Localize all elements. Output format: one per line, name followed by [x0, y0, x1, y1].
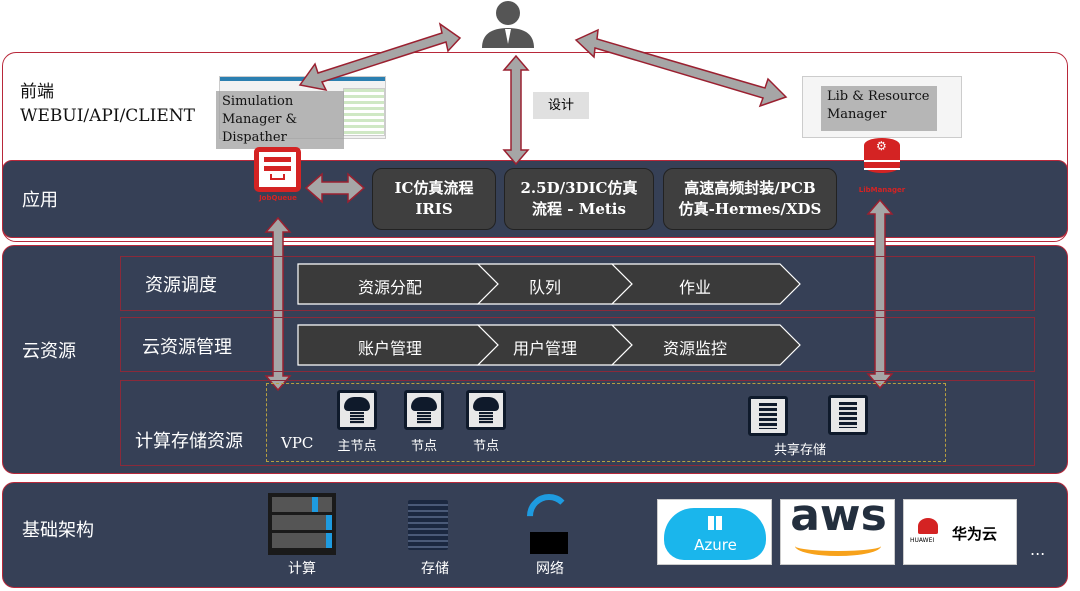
node-icon[interactable]: [404, 390, 444, 430]
master-node-label: 主节点: [337, 439, 377, 454]
shared-storage-label: 共享存储: [773, 443, 826, 458]
compute-server-icon: [268, 493, 336, 555]
step-allocation[interactable]: 资源分配: [330, 274, 450, 298]
more-providers: ...: [1030, 540, 1046, 559]
huawei-cloud-text: 华为云: [952, 525, 998, 543]
aws-text: aws: [790, 490, 887, 541]
aws-smile-icon: [795, 536, 881, 556]
node-icon[interactable]: [466, 390, 506, 430]
compute-label: 计算存储资源: [135, 431, 243, 452]
step-job[interactable]: 作业: [640, 274, 750, 298]
step-queue[interactable]: 队列: [500, 274, 590, 298]
azure-logo: Azure: [657, 499, 772, 565]
master-node-icon[interactable]: [337, 390, 377, 430]
storage-icon[interactable]: [828, 395, 868, 435]
infra-label: 基础架构: [22, 520, 94, 541]
node-label: 节点: [472, 439, 499, 454]
step-account[interactable]: 账户管理: [330, 335, 450, 359]
huawei-text: HUAWEI: [910, 537, 935, 544]
storage-icon[interactable]: [748, 396, 788, 436]
azure-windows-icon: [708, 516, 722, 530]
node-label: 节点: [410, 439, 437, 454]
azure-text: Azure: [694, 536, 737, 554]
network-label: 网络: [536, 561, 564, 577]
vpc-label: VPC: [281, 434, 314, 452]
storage-label: 存储: [421, 561, 449, 577]
huawei-flower-icon: [918, 518, 938, 534]
compute-label: 计算: [288, 561, 316, 577]
huawei-cloud-logo: HUAWEI 华为云: [903, 499, 1017, 565]
wifi-icon: [524, 494, 574, 554]
aws-logo: aws: [780, 490, 895, 565]
storage-rack-icon: [408, 500, 448, 550]
step-monitor[interactable]: 资源监控: [640, 335, 750, 359]
step-user[interactable]: 用户管理: [490, 335, 600, 359]
